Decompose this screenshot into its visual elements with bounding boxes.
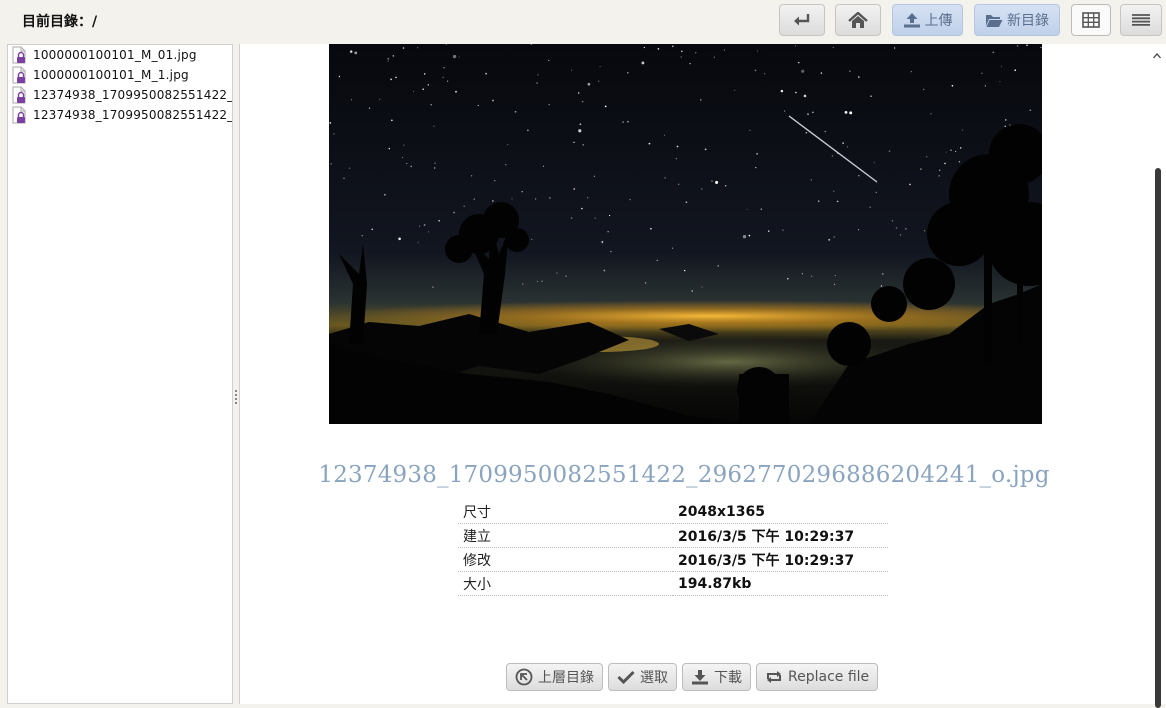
file-details-table: 尺寸 2048x1365 建立 2016/3/5 下午 10:29:37 修改 2016/… — [458, 500, 888, 596]
list-view-button[interactable] — [1120, 4, 1162, 36]
home-button[interactable] — [835, 4, 881, 36]
select-button[interactable]: 選取 — [608, 663, 677, 691]
file-tree-panel: 1000000100101_M_01.jpg 1000000100101_M_1.… — [7, 44, 233, 704]
scrollbar-thumb[interactable] — [1155, 168, 1161, 708]
new-folder-label: 新目錄 — [1007, 13, 1049, 29]
home-icon — [848, 11, 868, 28]
parent-directory-label: 上層目錄 — [538, 670, 594, 686]
starry-night-photo — [329, 44, 1042, 424]
parent-directory-button[interactable]: 上層目錄 — [506, 663, 603, 691]
tree-file-name: 1000000100101_M_1.jpg — [33, 68, 189, 82]
select-label: 選取 — [640, 670, 668, 686]
folder-open-icon — [986, 14, 1003, 27]
locked-file-icon — [12, 46, 26, 64]
tree-file-item[interactable]: 12374938_1709950082551422_ — [8, 105, 232, 125]
replace-file-label: Replace file — [788, 669, 870, 685]
detail-key: 建立 — [458, 523, 673, 548]
preview-panel: 12374938_1709950082551422_29627702968862… — [239, 44, 1166, 704]
download-icon — [692, 670, 708, 685]
detail-row: 建立 2016/3/5 下午 10:29:37 — [458, 523, 888, 548]
current-directory-label: 目前目錄：/ — [22, 14, 98, 30]
download-button[interactable]: 下載 — [682, 663, 751, 691]
tree-file-name: 12374938_1709950082551422_ — [33, 108, 233, 122]
replace-file-button[interactable]: Replace file — [756, 663, 879, 691]
toolbar: 目前目錄：/ 上傳 新目錄 — [0, 0, 1166, 44]
detail-key: 修改 — [458, 547, 673, 572]
grid-view-icon — [1082, 12, 1100, 28]
detail-row: 修改 2016/3/5 下午 10:29:37 — [458, 547, 888, 572]
parent-directory-icon — [515, 668, 533, 686]
new-folder-button[interactable]: 新目錄 — [974, 4, 1060, 36]
locked-file-icon — [12, 66, 26, 84]
detail-value: 194.87kb — [673, 571, 888, 596]
tree-file-item[interactable]: 12374938_1709950082551422_ — [8, 85, 232, 105]
tree-file-item[interactable]: 1000000100101_M_1.jpg — [8, 65, 232, 85]
vertical-scrollbar[interactable] — [1148, 44, 1166, 708]
file-name-title: 12374938_1709950082551422_29627702968862… — [318, 462, 1050, 488]
list-view-icon — [1132, 14, 1150, 26]
image-preview — [329, 44, 1042, 424]
replace-arrows-icon — [767, 671, 781, 683]
grid-view-button[interactable] — [1071, 4, 1111, 36]
upload-label: 上傳 — [924, 13, 953, 29]
detail-value: 2016/3/5 下午 10:29:37 — [673, 547, 888, 572]
splitter-grip[interactable] — [235, 390, 237, 406]
detail-key: 尺寸 — [458, 500, 673, 524]
return-arrow-icon — [794, 14, 810, 26]
upload-icon — [903, 13, 920, 28]
detail-key: 大小 — [458, 571, 673, 596]
detail-row: 尺寸 2048x1365 — [458, 500, 888, 524]
checkmark-icon — [617, 670, 635, 684]
upload-button[interactable]: 上傳 — [892, 4, 963, 36]
detail-value: 2016/3/5 下午 10:29:37 — [673, 523, 888, 548]
scroll-up-icon[interactable] — [1153, 52, 1161, 60]
download-label: 下載 — [714, 670, 742, 686]
detail-row: 大小 194.87kb — [458, 571, 888, 596]
action-bar: 上層目錄 選取 下載 Replace file — [506, 663, 879, 693]
tree-file-name: 1000000100101_M_01.jpg — [33, 48, 197, 62]
locked-file-icon — [12, 86, 26, 104]
locked-file-icon — [12, 106, 26, 124]
tree-file-name: 12374938_1709950082551422_ — [33, 88, 233, 102]
detail-value: 2048x1365 — [673, 500, 888, 524]
tree-file-item[interactable]: 1000000100101_M_01.jpg — [8, 45, 232, 65]
back-button[interactable] — [779, 4, 825, 36]
